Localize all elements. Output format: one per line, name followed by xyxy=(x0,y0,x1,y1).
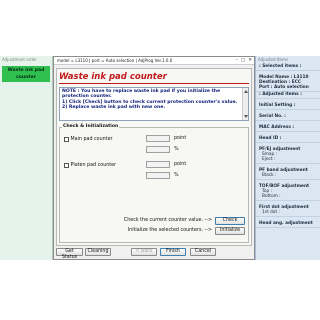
serial-no: Serial No. : xyxy=(256,114,320,121)
main-pad-checkbox[interactable] xyxy=(64,137,69,142)
initialize-button[interactable]: Initialize xyxy=(215,227,245,235)
get-status-button[interactable]: Get Status xyxy=(56,248,83,260)
head-ang-adjustment: Head ang. adjustment xyxy=(256,221,320,228)
initialize-instruction: Initialize the selected counters. --> xyxy=(127,228,212,233)
title-divider xyxy=(59,83,249,84)
note-box: NOTE : You have to replace waste ink pad… xyxy=(59,87,249,121)
adjusted-items-header: : Adjusted items : xyxy=(256,92,320,99)
adjusted-items-panel: Adjusted Items : Selected items : Model … xyxy=(255,56,320,260)
main-pad-percent-unit: % xyxy=(174,147,179,152)
pf-ej-adjustment: PF/EJ adjustment Smap : Eject : xyxy=(256,147,320,164)
adjustment-item-waste-ink[interactable]: Waste ink pad counter xyxy=(2,66,50,82)
selected-items-header: : Selected items : xyxy=(256,64,320,71)
platen-pad-point-unit: point xyxy=(174,162,187,167)
window-controls: – □ ✕ xyxy=(236,58,252,63)
screen: Adjustment order Waste ink pad counter m… xyxy=(0,0,320,320)
check-instruction: Check the current counter value. --> xyxy=(123,218,212,223)
close-icon[interactable]: ✕ xyxy=(248,58,252,63)
group-label: Check & Initialization xyxy=(62,124,120,130)
model-info: Model Name : L3110 Destination : ECC Por… xyxy=(256,75,320,92)
maximize-icon[interactable]: □ xyxy=(241,58,245,63)
adjusted-items-title: Adjusted Items xyxy=(258,57,288,62)
scroll-down-icon[interactable] xyxy=(244,115,248,118)
tof-bof-adjustment: TOF/BOF adjustment Top : Bottom : xyxy=(256,184,320,201)
platen-pad-percent-field xyxy=(146,172,170,179)
note-text: NOTE : You have to replace waste ink pad… xyxy=(60,88,248,111)
platen-pad-row[interactable]: Platen pad counter xyxy=(64,163,116,168)
pf-band-adjustment: PF band adjustment Black : xyxy=(256,168,320,180)
main-pad-percent-field xyxy=(146,146,170,153)
adjustment-order-title: Adjustment order xyxy=(2,57,37,62)
main-window: model = L3110 | port = Auto selection | … xyxy=(53,56,255,260)
note-scrollbar[interactable] xyxy=(242,88,248,120)
mac-address: MAC Address : xyxy=(256,125,320,132)
adjustment-order-panel: Adjustment order Waste ink pad counter xyxy=(0,56,53,260)
main-pad-point-field xyxy=(146,135,170,142)
finish-button[interactable]: Finish xyxy=(160,248,186,256)
platen-pad-point-field xyxy=(146,161,170,168)
check-button[interactable]: Check xyxy=(215,217,245,225)
minimize-icon[interactable]: – xyxy=(236,58,238,63)
first-dot-adjustment: First dot adjustment 1st dot : xyxy=(256,205,320,217)
cancel-button[interactable]: Cancel xyxy=(190,248,216,256)
check-initialization-group: Check & Initialization Main pad counter … xyxy=(59,124,249,243)
initial-setting: Initial Setting : xyxy=(256,103,320,110)
platen-pad-percent-unit: % xyxy=(174,173,179,178)
scroll-up-icon[interactable] xyxy=(244,90,248,93)
window-title: model = L3110 | port = Auto selection | … xyxy=(57,58,173,63)
cleaning-button[interactable]: Cleaning xyxy=(85,248,111,256)
platen-pad-checkbox[interactable] xyxy=(64,163,69,168)
note-line: 2) Replace waste ink pad with new one. xyxy=(62,105,166,111)
main-pad-row[interactable]: Main pad counter xyxy=(64,137,113,142)
content-area: Waste ink pad counter NOTE : You have to… xyxy=(56,68,252,246)
window-titlebar: model = L3110 | port = Auto selection | … xyxy=(54,57,254,65)
back-button[interactable]: < Back xyxy=(131,248,157,256)
main-pad-point-unit: point xyxy=(174,136,187,141)
note-line: NOTE : You have to replace waste ink pad… xyxy=(62,89,221,100)
platen-pad-label: Platen pad counter xyxy=(70,163,117,168)
main-pad-label: Main pad counter xyxy=(70,137,113,142)
head-id: Head ID : xyxy=(256,136,320,143)
page-title: Waste ink pad counter xyxy=(59,72,167,82)
